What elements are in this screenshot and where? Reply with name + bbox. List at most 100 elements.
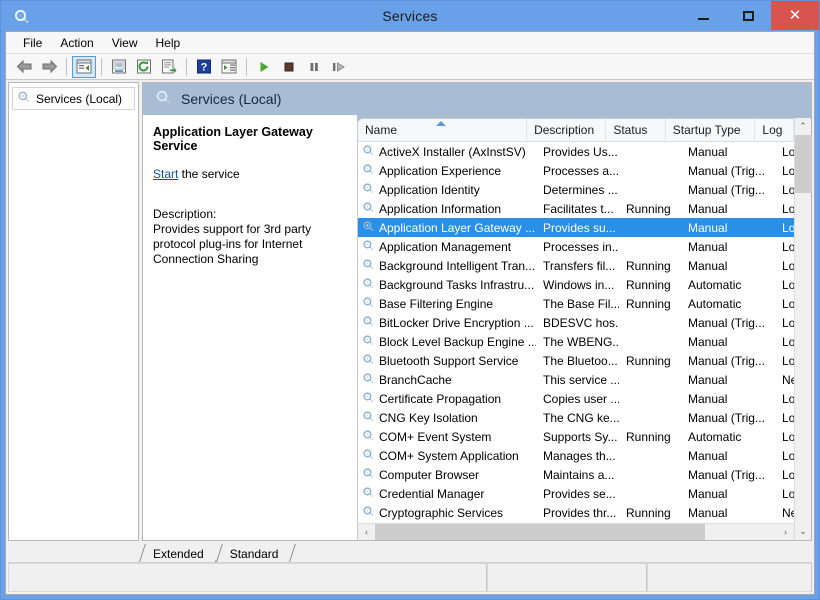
stop-service-button[interactable]	[277, 56, 301, 78]
table-row[interactable]: ActiveX Installer (AxInstSV) Provides Us.…	[358, 142, 794, 161]
restart-service-button[interactable]	[327, 56, 351, 78]
service-gear-icon	[362, 182, 375, 198]
table-row[interactable]: COM+ System Application Manages th... Manu…	[358, 446, 794, 465]
cell-startup: Manual	[688, 220, 728, 235]
menu-action[interactable]: Action	[51, 34, 102, 52]
table-row[interactable]: Background Intelligent Tran... Transfers …	[358, 256, 794, 275]
cell-status: Running	[626, 505, 671, 520]
table-row[interactable]: Application Information Facilitates t... R…	[358, 199, 794, 218]
menu-help[interactable]: Help	[147, 34, 190, 52]
table-row[interactable]: Block Level Backup Engine ... The WBENG..…	[358, 332, 794, 351]
tab-standard[interactable]: Standard	[215, 544, 291, 562]
help-button[interactable]: ?	[192, 56, 216, 78]
table-row[interactable]: COM+ Event System Supports Sy... Running Au…	[358, 427, 794, 446]
vscroll-track[interactable]	[795, 135, 812, 523]
cell-startup: Manual	[688, 372, 728, 387]
tab-extended[interactable]: Extended	[139, 544, 216, 562]
cell-name: COM+ Event System	[358, 429, 536, 445]
scroll-left-button[interactable]: ‹	[358, 524, 375, 540]
table-row[interactable]: Credential Manager Provides se... Manual Lo…	[358, 484, 794, 503]
hscroll-track[interactable]	[375, 524, 777, 540]
cell-name-label: Application Information	[379, 201, 502, 216]
close-button[interactable]: ✕	[771, 1, 819, 30]
table-row[interactable]: Bluetooth Support Service The Bluetoo... R…	[358, 351, 794, 370]
cell-description: Provides su...	[543, 220, 616, 235]
show-hide-tree-button[interactable]	[72, 55, 96, 78]
menu-view[interactable]: View	[103, 34, 147, 52]
table-row[interactable]: Certificate Propagation Copies user ... Ma…	[358, 389, 794, 408]
arrow-right-icon	[42, 59, 57, 74]
table-row[interactable]: Computer Browser Maintains a... Manual (Tr…	[358, 465, 794, 484]
view-tabs: Extended Standard	[6, 542, 814, 562]
table-row[interactable]: Application Management Processes in... Man…	[358, 237, 794, 256]
column-header-name[interactable]: Name	[358, 119, 528, 142]
scroll-right-button[interactable]: ›	[777, 524, 794, 540]
properties-button[interactable]	[107, 56, 131, 78]
horizontal-scrollbar[interactable]: ‹ ›	[358, 523, 794, 540]
cell-logon: Loc	[782, 315, 794, 330]
table-row[interactable]: Cryptographic Services Provides thr... Run…	[358, 503, 794, 522]
table-row[interactable]: Application Experience Processes a... Manu…	[358, 161, 794, 180]
column-header-label: Status	[613, 123, 648, 137]
show-action-pane-button[interactable]	[217, 56, 241, 78]
cell-logon: Loc	[782, 258, 794, 273]
cell-description: Provides Us...	[543, 144, 618, 159]
column-header-log[interactable]: Log	[755, 119, 794, 142]
cell-logon: Loc	[782, 410, 794, 425]
pause-service-button[interactable]	[302, 56, 326, 78]
hscroll-thumb[interactable]	[375, 524, 705, 540]
back-button[interactable]	[12, 56, 36, 78]
start-service-button[interactable]	[252, 56, 276, 78]
list-rows: ActiveX Installer (AxInstSV) Provides Us.…	[358, 142, 794, 523]
service-gear-icon	[362, 505, 375, 521]
menu-file[interactable]: File	[14, 34, 51, 52]
table-row[interactable]: Base Filtering Engine The Base Fil... Runn…	[358, 294, 794, 313]
table-row[interactable]: Application Identity Determines ... Manual…	[358, 180, 794, 199]
refresh-button[interactable]	[132, 56, 156, 78]
action-pane-icon	[221, 59, 237, 74]
console-tree-icon	[76, 59, 92, 74]
column-header-label: Description	[534, 123, 595, 137]
cell-startup: Manual	[688, 258, 728, 273]
start-service-link[interactable]: Start	[153, 167, 178, 181]
status-pane-second	[487, 563, 647, 592]
cell-logon: Loc	[782, 429, 794, 444]
vscroll-thumb[interactable]	[795, 135, 812, 193]
service-gear-icon	[362, 239, 375, 255]
export-list-button[interactable]	[157, 56, 181, 78]
column-header-description[interactable]: Description	[527, 119, 607, 142]
cell-description: Windows in...	[543, 277, 615, 292]
cell-logon: Loc	[782, 144, 794, 159]
table-row[interactable]: Application Layer Gateway ... Provides su…	[358, 218, 794, 237]
cell-logon: Loc	[782, 163, 794, 178]
column-header-status[interactable]: Status	[606, 119, 666, 142]
table-row[interactable]: BitLocker Drive Encryption ... BDESVC hos…	[358, 313, 794, 332]
arrow-left-icon	[16, 59, 31, 74]
cell-startup: Manual (Trig...	[688, 410, 765, 425]
scroll-down-button[interactable]: ⌄	[795, 523, 811, 540]
tree-item-services-local[interactable]: Services (Local)	[12, 87, 135, 110]
service-gear-icon	[362, 486, 375, 502]
detail-description-label: Description:	[153, 207, 217, 221]
table-row[interactable]: CNG Key Isolation The CNG ke... Manual (Tr…	[358, 408, 794, 427]
forward-button[interactable]	[37, 56, 61, 78]
sort-ascending-icon	[436, 121, 447, 126]
table-row[interactable]: Background Tasks Infrastru... Windows in.…	[358, 275, 794, 294]
table-row[interactable]: BranchCache This service ... Manual Net	[358, 370, 794, 389]
title-bar[interactable]: Services ✕	[1, 1, 819, 31]
service-gear-icon	[362, 391, 375, 407]
cell-startup: Manual (Trig...	[688, 353, 765, 368]
cell-status: Running	[626, 353, 671, 368]
vertical-scrollbar[interactable]: ⌃ ⌄	[794, 118, 812, 540]
cell-name: Background Tasks Infrastru...	[358, 277, 536, 293]
cell-name-label: Background Tasks Infrastru...	[379, 277, 535, 292]
toolbar-separator	[246, 57, 247, 76]
scroll-up-button[interactable]: ⌃	[795, 118, 811, 135]
refresh-icon	[137, 59, 151, 74]
cell-logon: Loc	[782, 353, 794, 368]
minimize-button[interactable]	[681, 1, 726, 30]
status-bar	[8, 562, 812, 592]
properties-icon	[112, 59, 126, 74]
maximize-button[interactable]	[726, 1, 771, 30]
column-header-startup-type[interactable]: Startup Type	[665, 119, 756, 142]
